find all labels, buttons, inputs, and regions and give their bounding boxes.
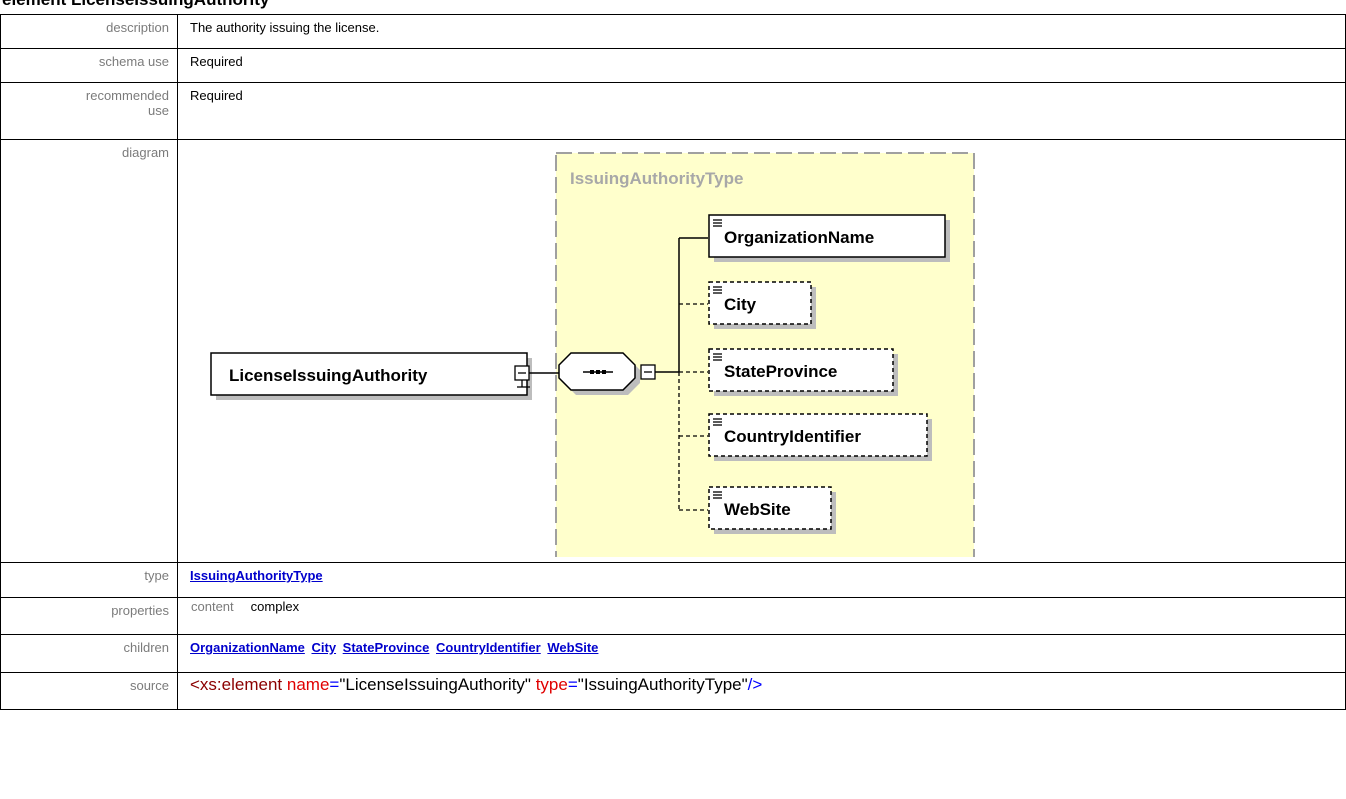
row-children: children OrganizationName City StateProv… [0,634,1346,673]
source-eq-2: = [567,675,578,694]
row-type: type IssuingAuthorityType [0,562,1346,598]
row-recommended-use: recommended use Required [0,82,1346,140]
child-countryidentifier-label: CountryIdentifier [724,427,861,446]
row-schema-use: schema use Required [0,48,1346,83]
schema-use-label: schema use [0,48,178,83]
type-value: IssuingAuthorityType [177,562,1346,598]
root-element-label: LicenseIssuingAuthority [229,366,428,385]
schema-use-value: Required [177,48,1346,83]
row-description: description The authority issuing the li… [0,14,1346,49]
source-value: <xs:element name="LicenseIssuingAuthorit… [177,672,1346,710]
children-label: children [0,634,178,673]
source-attr-name-value: "LicenseIssuingAuthority" [339,675,531,694]
child-stateprovince-label: StateProvince [724,362,837,381]
source-tag-open: <xs:element [190,675,283,694]
source-eq-1: = [329,675,340,694]
properties-label: properties [0,597,178,635]
row-source: source <xs:element name="LicenseIssuingA… [0,672,1346,710]
type-link[interactable]: IssuingAuthorityType [190,568,323,583]
child-link-city[interactable]: City [311,640,336,655]
children-value: OrganizationName City StateProvince Coun… [177,634,1346,673]
type-label: type [0,562,178,598]
element-doc-table: description The authority issuing the li… [0,14,1346,710]
child-organizationname-label: OrganizationName [724,228,874,247]
child-link-stateprovince[interactable]: StateProvince [343,640,430,655]
source-label: source [0,672,178,710]
child-city-label: City [724,295,757,314]
properties-key: content [191,599,234,614]
child-link-countryidentifier[interactable]: CountryIdentifier [436,640,541,655]
source-attr-type: type [535,675,568,694]
type-box-title: IssuingAuthorityType [570,169,743,188]
child-link-website[interactable]: WebSite [547,640,598,655]
schema-diagram: IssuingAuthorityType LicenseIssuingAutho… [210,152,975,557]
properties-value: content complex [177,597,1346,635]
diagram-cell: IssuingAuthorityType LicenseIssuingAutho… [177,139,1346,563]
row-properties: properties content complex [0,597,1346,635]
recommended-use-label: recommended use [0,82,178,140]
recommended-use-label-line1: recommended [85,88,169,103]
source-tag-close: /> [747,675,763,694]
diagram-label: diagram [0,139,178,563]
source-code: <xs:element name="LicenseIssuingAuthorit… [190,675,1337,695]
child-website-label: WebSite [724,500,791,519]
properties-content-value: complex [250,599,300,614]
child-link-organizationname[interactable]: OrganizationName [190,640,305,655]
source-attr-type-value: "IssuingAuthorityType" [577,675,748,694]
description-label: description [0,14,178,49]
source-attr-name: name [286,675,330,694]
description-value: The authority issuing the license. [177,14,1346,49]
recommended-use-value: Required [177,82,1346,140]
page-title: element LicenseIssuingAuthority [2,0,269,10]
recommended-use-label-line2: use [148,103,169,118]
row-diagram: diagram IssuingAuthorityType LicenseIssu… [0,139,1346,563]
